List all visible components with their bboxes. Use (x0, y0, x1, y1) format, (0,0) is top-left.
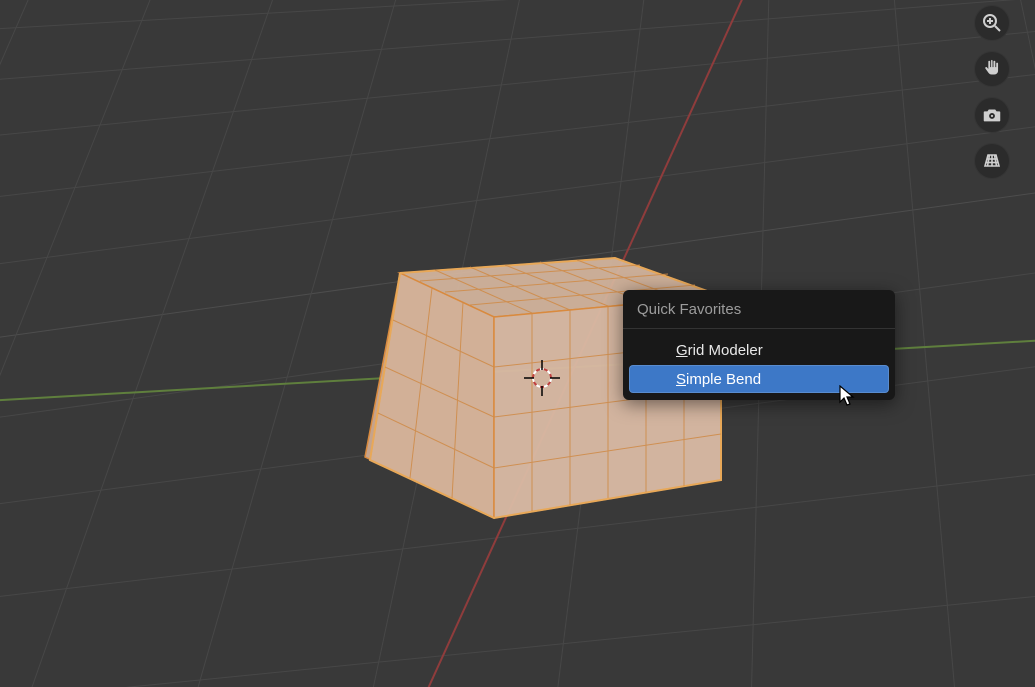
perspective-toggle-button[interactable] (974, 143, 1010, 179)
camera-view-button[interactable] (974, 97, 1010, 133)
pan-button[interactable] (974, 51, 1010, 87)
quick-favorites-menu: Quick Favorites Grid Modeler Simple Bend (623, 290, 895, 400)
menu-title: Quick Favorites (623, 290, 895, 329)
viewport-nav-controls (974, 5, 1010, 179)
camera-icon (981, 104, 1003, 126)
menu-item-simple-bend[interactable]: Simple Bend (629, 365, 889, 393)
menu-item-grid-modeler[interactable]: Grid Modeler (629, 336, 889, 364)
hand-icon (981, 58, 1003, 80)
magnifier-plus-icon (982, 13, 1002, 33)
grid-perspective-icon (982, 151, 1002, 171)
zoom-button[interactable] (974, 5, 1010, 41)
menu-items: Grid Modeler Simple Bend (623, 329, 895, 393)
